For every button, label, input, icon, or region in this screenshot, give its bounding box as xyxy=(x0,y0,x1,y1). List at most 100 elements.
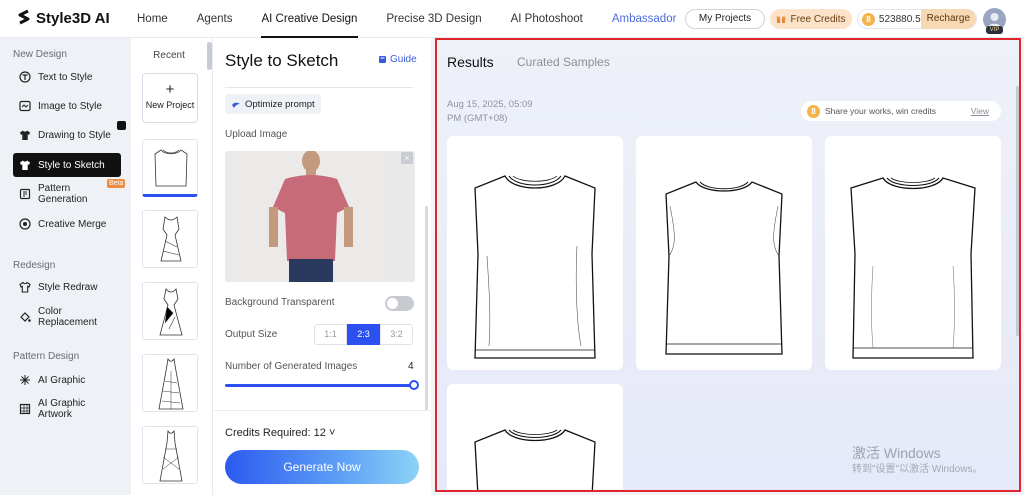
brand-name: Style3D AI xyxy=(36,9,110,27)
background-transparent-toggle[interactable] xyxy=(385,296,414,311)
sidebar-item-drawing-to-style[interactable]: Drawing to Style xyxy=(13,123,121,147)
output-size-3-2[interactable]: 3:2 xyxy=(380,324,413,345)
dress-sketch-thumbnail-image xyxy=(160,216,182,262)
section-title-pattern-design: Pattern Design xyxy=(13,351,80,362)
top-navigation-bar: Style3D AI Home Agents AI Creative Desig… xyxy=(0,0,1024,38)
share-view-link[interactable]: View xyxy=(971,106,989,116)
paint-bucket-icon xyxy=(19,311,31,323)
guide-link[interactable]: Guide xyxy=(378,54,417,65)
number-of-images-value: 4 xyxy=(408,361,414,372)
vip-badge: VIP xyxy=(986,26,1003,34)
redraw-icon xyxy=(19,281,31,293)
results-area: Results Curated Samples Aug 15, 2025, 05… xyxy=(435,38,1021,492)
slider-handle[interactable] xyxy=(409,380,419,390)
sidebar-item-label: Image to Style xyxy=(38,100,102,112)
recent-panel: Recent + New Project xyxy=(131,38,213,495)
recent-thumbnail[interactable] xyxy=(142,426,198,484)
remove-image-button[interactable]: × xyxy=(401,152,413,164)
sidebar-item-creative-merge[interactable]: Creative Merge xyxy=(13,212,121,236)
timestamp-date: Aug 15, 2025, 05:09 xyxy=(447,99,533,110)
section-title-new-design: New Design xyxy=(13,49,67,60)
sidebar-item-label: Text to Style xyxy=(38,71,93,83)
book-icon xyxy=(379,56,386,63)
new-project-label: New Project xyxy=(145,100,195,110)
merge-icon xyxy=(19,218,31,230)
shirt-icon xyxy=(19,129,31,141)
nav-precise-3d-design[interactable]: Precise 3D Design xyxy=(385,0,482,38)
new-project-button[interactable]: + New Project xyxy=(142,73,198,123)
image-style-icon xyxy=(19,100,31,112)
result-sketch-card[interactable] xyxy=(447,136,623,370)
chevron-down-icon: ˅ xyxy=(328,427,336,439)
gown-sketch-thumbnail-image xyxy=(159,429,183,482)
tab-results[interactable]: Results xyxy=(447,54,494,70)
output-size-2-3[interactable]: 2:3 xyxy=(347,324,380,345)
timestamp-time: PM (GMT+08) xyxy=(447,113,508,124)
sidebar-item-pattern-generation[interactable]: Pattern Generation xyxy=(13,182,121,206)
sidebar-item-label: Pattern Generation xyxy=(38,183,88,205)
coin-icon: 8 xyxy=(862,12,875,26)
panel-footer: Credits Required: 12 ˅ Generate Now xyxy=(213,410,431,495)
plus-icon: + xyxy=(165,81,175,98)
tank-top-sketch-image xyxy=(665,181,783,355)
recent-thumbnail[interactable] xyxy=(142,210,198,268)
page-scrollbar[interactable] xyxy=(1016,86,1019,336)
section-title-redesign: Redesign xyxy=(13,260,56,271)
magic-wand-icon xyxy=(232,102,240,108)
sketch-thumbnail-image xyxy=(154,149,188,187)
recent-thumbnail[interactable] xyxy=(142,139,198,197)
coin-icon: 8 xyxy=(807,104,820,118)
free-credits-button[interactable]: Free Credits xyxy=(770,9,852,29)
page-title: Style to Sketch xyxy=(225,51,339,70)
guide-label: Guide xyxy=(390,54,417,65)
artwork-icon xyxy=(19,403,31,415)
panel-scrollbar[interactable] xyxy=(425,206,428,411)
sidebar-item-style-to-sketch[interactable]: Style to Sketch xyxy=(13,153,121,177)
tank-top-sketch-image xyxy=(474,175,596,359)
number-of-images-label: Number of Generated Images xyxy=(225,361,358,372)
nav-ambassador[interactable]: Ambassador xyxy=(611,0,678,38)
credit-balance-value: 523880.5 xyxy=(878,13,921,25)
number-of-images-slider[interactable] xyxy=(225,384,415,387)
recent-thumbnail[interactable] xyxy=(142,354,198,412)
recharge-button[interactable]: Recharge xyxy=(920,9,976,29)
credits-required-label: Credits Required: 12 xyxy=(225,427,326,439)
share-text: Share your works, win credits xyxy=(825,106,937,116)
tank-top-sketch-image xyxy=(850,177,976,359)
optimize-prompt-button[interactable]: Optimize prompt xyxy=(225,94,321,114)
result-sketch-card[interactable] xyxy=(447,384,623,490)
text-style-icon xyxy=(19,71,31,83)
dress-sketch-thumbnail-image xyxy=(159,288,183,336)
recent-title: Recent xyxy=(153,50,185,61)
sidebar-item-style-redraw[interactable]: Style Redraw xyxy=(13,275,121,299)
brand-logo[interactable]: Style3D AI xyxy=(16,9,110,27)
gown-sketch-thumbnail-image xyxy=(158,357,184,410)
sidebar-item-image-to-style[interactable]: Image to Style xyxy=(13,94,121,118)
sidebar-item-ai-graphic[interactable]: AI Graphic xyxy=(13,368,121,392)
my-projects-button[interactable]: My Projects xyxy=(685,9,765,29)
nav-ai-creative-design[interactable]: AI Creative Design xyxy=(260,0,359,38)
result-sketch-card[interactable] xyxy=(636,136,812,370)
pattern-icon xyxy=(19,188,31,200)
nav-agents[interactable]: Agents xyxy=(196,0,234,38)
sidebar-item-ai-graphic-artwork[interactable]: AI Graphic Artwork xyxy=(13,397,121,421)
optimize-prompt-label: Optimize prompt xyxy=(245,98,315,110)
sidebar-item-text-to-style[interactable]: Text to Style xyxy=(13,65,121,89)
nav-ai-photoshoot[interactable]: AI Photoshoot xyxy=(510,0,584,38)
style3d-logo-icon xyxy=(18,9,30,25)
sidebar-item-label: Drawing to Style xyxy=(38,129,111,141)
sidebar-item-color-replacement[interactable]: Color Replacement xyxy=(13,305,121,329)
recent-thumbnail[interactable] xyxy=(142,282,198,340)
nav-home[interactable]: Home xyxy=(136,0,169,38)
background-transparent-label: Background Transparent xyxy=(225,297,335,308)
generate-now-button[interactable]: Generate Now xyxy=(225,450,419,484)
sidebar-item-label: AI Graphic Artwork xyxy=(38,398,86,420)
uploaded-image[interactable] xyxy=(225,151,415,282)
result-sketch-card[interactable] xyxy=(825,136,1001,370)
recent-scrollbar[interactable] xyxy=(207,42,212,70)
tab-curated-samples[interactable]: Curated Samples xyxy=(517,55,610,69)
sidebar-item-label: Creative Merge xyxy=(38,218,107,230)
sidebar-item-label: Style to Sketch xyxy=(38,159,105,171)
output-size-1-1[interactable]: 1:1 xyxy=(314,324,347,345)
credits-required[interactable]: Credits Required: 12 ˅ xyxy=(225,427,335,439)
